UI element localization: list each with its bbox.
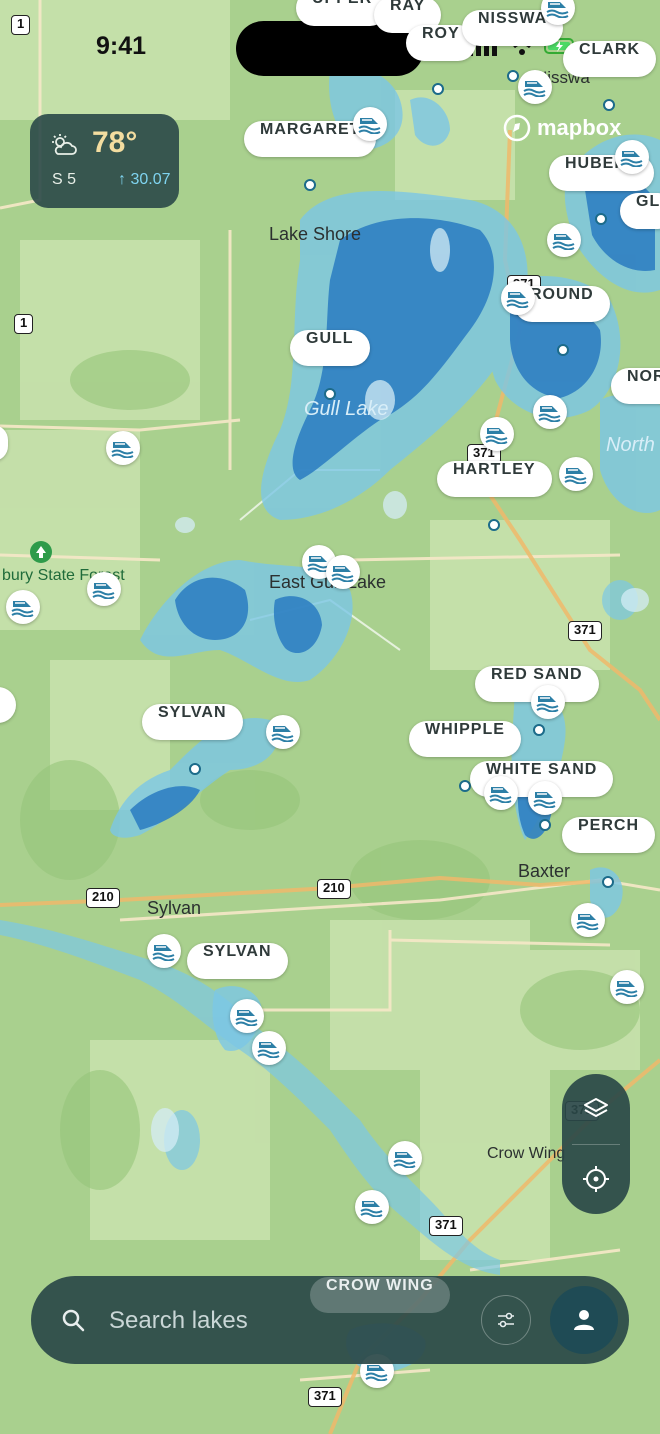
mapbox-attribution[interactable]: mapbox <box>503 114 621 142</box>
status-time: 9:41 <box>96 32 147 60</box>
lake-label-whipple[interactable]: WHIPPLE <box>409 721 521 757</box>
boat-launch-icon[interactable] <box>355 1190 389 1224</box>
lake-pin-dot[interactable] <box>507 70 519 82</box>
lake-label-sylvan-south[interactable]: SYLVAN <box>187 943 288 979</box>
lake-label-gl[interactable]: GL <box>620 193 660 229</box>
place-crow-wing: Crow Wing <box>487 1145 566 1162</box>
partly-cloudy-icon <box>52 134 77 155</box>
lake-pin-dot[interactable] <box>304 179 316 191</box>
boat-launch-icon[interactable] <box>531 685 565 719</box>
road-shield: 371 <box>308 1387 342 1407</box>
lake-pin-dot[interactable] <box>432 83 444 95</box>
map-controls <box>562 1074 630 1214</box>
boat-launch-icon[interactable] <box>6 590 40 624</box>
place-sylvan: Sylvan <box>147 898 202 918</box>
boat-launch-icon[interactable] <box>615 140 649 174</box>
lake-label-perch[interactable]: PERCH <box>562 817 656 853</box>
pressure-value: 30.07 <box>130 171 171 188</box>
boat-launch-icon[interactable] <box>353 107 387 141</box>
lake-pin-dot[interactable] <box>539 819 551 831</box>
boat-launch-icon[interactable] <box>484 776 518 810</box>
lake-label-clark[interactable]: CLARK <box>563 41 656 77</box>
filter-button[interactable] <box>481 1295 531 1345</box>
user-icon <box>574 1310 594 1330</box>
place-baxter: Baxter <box>518 861 571 881</box>
boat-launch-icon[interactable] <box>87 572 121 606</box>
park-marker-icon[interactable] <box>30 541 52 563</box>
road-shield: 1 <box>14 314 34 334</box>
search-icon <box>62 1309 85 1332</box>
boat-launch-icon[interactable] <box>147 934 181 968</box>
layers-button[interactable] <box>562 1074 630 1144</box>
profile-button[interactable] <box>550 1286 618 1354</box>
road-shield: 371 <box>568 621 602 641</box>
boat-launch-icon[interactable] <box>106 431 140 465</box>
water-north: North <box>606 434 655 456</box>
lake-pin-dot[interactable] <box>602 876 614 888</box>
lake-pin-dot[interactable] <box>595 213 607 225</box>
road-shield: 210 <box>86 888 120 908</box>
mapbox-wordmark: mapbox <box>537 115 622 140</box>
road-shield: 210 <box>317 879 351 899</box>
boat-launch-icon[interactable] <box>571 903 605 937</box>
map-canvas[interactable] <box>0 0 660 1434</box>
lake-pin-dot[interactable] <box>189 763 201 775</box>
road-shield: 1 <box>11 15 31 35</box>
place-lake-shore: Lake Shore <box>269 224 362 244</box>
lake-pin-dot[interactable] <box>488 519 500 531</box>
weather-temperature: 78° <box>92 126 138 159</box>
boat-launch-icon[interactable] <box>501 281 535 315</box>
crosshair-icon <box>583 1166 609 1192</box>
mapbox-logo-icon <box>503 114 531 142</box>
lake-label-hartley[interactable]: HARTLEY <box>437 461 552 497</box>
boat-launch-icon[interactable] <box>326 555 360 589</box>
pressure-trend-arrow: ↑ <box>118 171 126 188</box>
water-gull-lake: Gull Lake <box>304 398 389 420</box>
weather-widget[interactable]: 78° S 5 ↑ 30.07 <box>30 114 179 208</box>
boat-launch-icon[interactable] <box>252 1031 286 1065</box>
boat-launch-icon[interactable] <box>388 1141 422 1175</box>
lake-pin-dot[interactable] <box>557 344 569 356</box>
lake-label-sylvan-north[interactable]: SYLVAN <box>142 704 243 740</box>
boat-launch-icon[interactable] <box>559 457 593 491</box>
boat-launch-icon[interactable] <box>610 970 644 1004</box>
lake-pin-dot[interactable] <box>324 388 336 400</box>
boat-launch-icon[interactable] <box>230 999 264 1033</box>
boat-launch-icon[interactable] <box>266 715 300 749</box>
lake-label-nor[interactable]: NOR <box>611 368 660 404</box>
layers-icon <box>584 1098 608 1117</box>
lake-label-crow-wing[interactable]: CROW WING <box>310 1277 450 1313</box>
road-shield: 371 <box>429 1216 463 1236</box>
boat-launch-icon[interactable] <box>480 417 514 451</box>
sliders-icon <box>498 1312 514 1328</box>
boat-launch-icon[interactable] <box>528 781 562 815</box>
locate-me-button[interactable] <box>562 1144 630 1214</box>
boat-launch-icon[interactable] <box>518 70 552 104</box>
lake-label-gull[interactable]: GULL <box>290 330 370 366</box>
weather-pressure: ↑ 30.07 <box>118 171 171 189</box>
boat-launch-icon[interactable] <box>547 223 581 257</box>
lake-pin-dot[interactable] <box>533 724 545 736</box>
weather-wind: S 5 <box>52 171 77 188</box>
lake-pin-dot[interactable] <box>459 780 471 792</box>
boat-launch-icon[interactable] <box>533 395 567 429</box>
lake-pin-dot[interactable] <box>603 99 615 111</box>
